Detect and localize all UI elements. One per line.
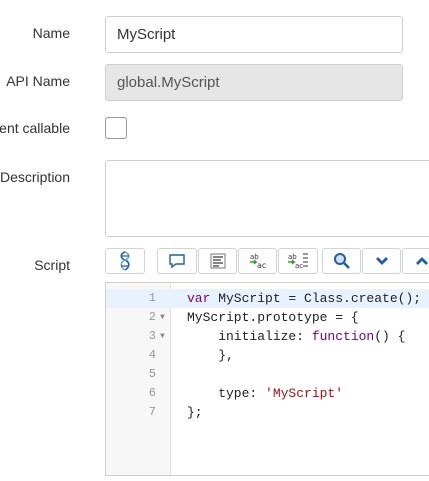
chevron-up-icon bbox=[415, 257, 428, 265]
line-number: 5 bbox=[148, 367, 156, 381]
script-label: Script bbox=[34, 257, 70, 273]
code-line[interactable]: 6 type: 'MyScript' bbox=[106, 384, 429, 403]
code-text: () { bbox=[374, 329, 406, 344]
find-previous-button[interactable] bbox=[402, 248, 429, 274]
api-name-field bbox=[105, 64, 403, 101]
fold-marker[interactable]: ▼ bbox=[160, 308, 165, 327]
search-button[interactable] bbox=[322, 248, 361, 274]
script-editor[interactable]: 1 var MyScript = Class.create(); 2 ▼ MyS… bbox=[105, 282, 429, 476]
syntax-check-button[interactable] bbox=[105, 248, 145, 274]
chevron-down-icon bbox=[375, 257, 388, 265]
replace-icon: ab ac bbox=[249, 253, 266, 270]
line-number: 2 bbox=[148, 310, 156, 324]
code-string: 'MyScript' bbox=[265, 386, 344, 401]
code-keyword: function bbox=[311, 329, 375, 344]
code-text: initialize: bbox=[187, 329, 312, 344]
code-line[interactable]: 2 ▼ MyScript.prototype = { bbox=[106, 308, 429, 327]
code-text: MyScript = Class.create(); bbox=[210, 291, 422, 306]
replace-all-icon: ab ac bbox=[288, 253, 308, 270]
code-line[interactable]: 1 var MyScript = Class.create(); bbox=[106, 289, 429, 308]
search-icon bbox=[333, 253, 350, 269]
client-callable-checkbox[interactable] bbox=[105, 117, 127, 139]
code-text: }, bbox=[187, 348, 234, 363]
syntax-check-icon bbox=[120, 251, 130, 271]
description-textarea[interactable] bbox=[105, 160, 429, 237]
replace-button[interactable]: ab ac bbox=[238, 248, 277, 274]
line-number: 7 bbox=[148, 405, 156, 419]
line-number: 4 bbox=[148, 348, 156, 362]
description-label: Description bbox=[0, 169, 70, 185]
comment-button[interactable] bbox=[157, 248, 197, 274]
replace-all-button[interactable]: ab ac bbox=[278, 248, 318, 274]
api-name-label: API Name bbox=[6, 73, 70, 89]
code-line[interactable]: 3 ▼ initialize: function() { bbox=[106, 327, 429, 346]
code-text: MyScript.prototype = { bbox=[187, 310, 359, 325]
line-number: 6 bbox=[148, 386, 156, 400]
code-text: }; bbox=[187, 405, 203, 420]
fold-marker[interactable]: ▼ bbox=[160, 327, 165, 346]
svg-text:ac: ac bbox=[295, 262, 303, 270]
name-input[interactable] bbox=[105, 16, 403, 53]
code-line[interactable]: 7 }; bbox=[106, 403, 429, 422]
comment-icon bbox=[169, 254, 185, 269]
format-code-icon bbox=[210, 253, 225, 269]
name-label: Name bbox=[32, 25, 70, 41]
format-code-button[interactable] bbox=[198, 248, 237, 274]
code-keyword: var bbox=[187, 291, 211, 306]
line-number: 1 bbox=[148, 291, 156, 305]
code-line[interactable]: 4 }, bbox=[106, 346, 429, 365]
code-text: type: bbox=[187, 386, 266, 401]
line-number: 3 bbox=[148, 329, 156, 343]
find-next-button[interactable] bbox=[362, 248, 401, 274]
code-line[interactable]: 5 bbox=[106, 365, 429, 384]
svg-text:ac: ac bbox=[257, 261, 266, 270]
client-callable-label: Client callable bbox=[0, 120, 70, 136]
